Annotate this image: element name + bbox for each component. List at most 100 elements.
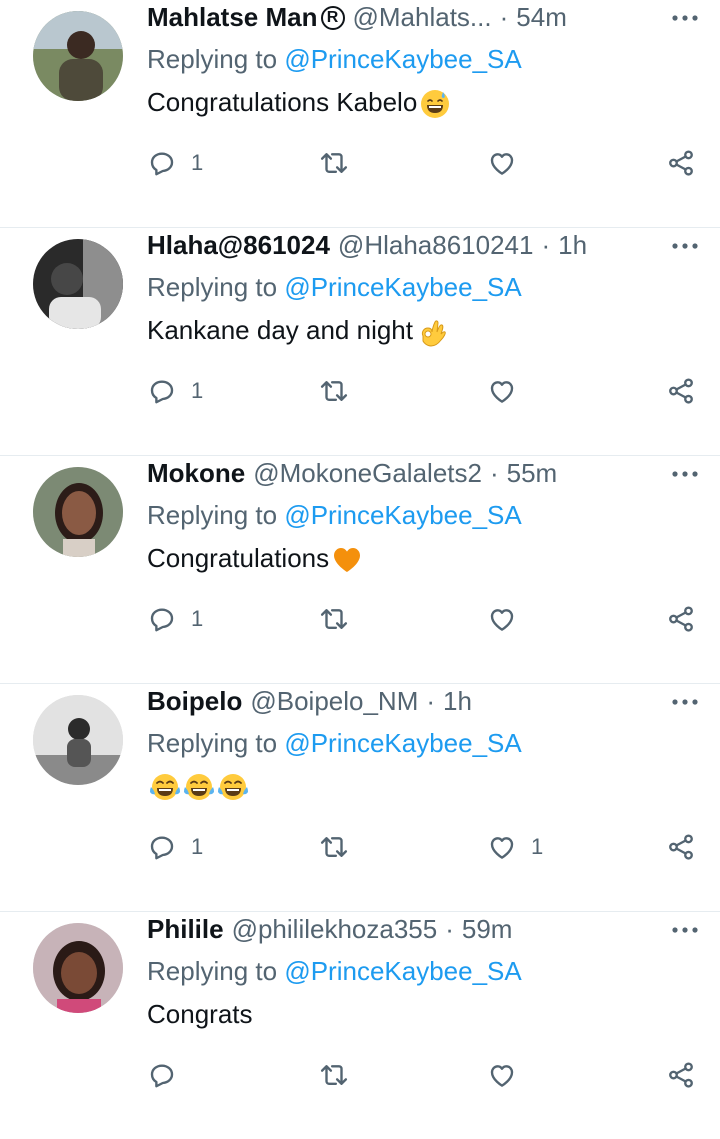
display-name[interactable]: Mahlatse Man [147,2,318,33]
user-handle[interactable]: @MokoneGalalets2 [253,458,482,489]
reply-icon [147,1060,177,1090]
user-handle[interactable]: @Mahlats... [353,2,492,33]
reply-count: 1 [191,834,204,859]
display-name[interactable]: Philile [147,914,224,945]
separator-dot: · [489,458,499,488]
reply-icon [147,832,177,862]
replying-to-mention[interactable]: @PrinceKaybee_SA [284,728,521,758]
separator-dot: · [499,2,509,32]
tweet-text-body: Congratulations Kabelo [147,87,418,117]
user-handle[interactable]: @phililekhoza355 [232,914,438,945]
like-button[interactable]: 1 [487,827,543,867]
more-icon[interactable] [668,232,702,260]
retweet-button[interactable] [319,599,363,639]
orange-heart-emoji [331,544,363,576]
tweet-content: Hlaha@861024 @Hlaha8610241 · 1h Replying… [147,228,710,349]
replying-to-mention[interactable]: @PrinceKaybee_SA [284,956,521,986]
reply-count: 1 [191,606,204,631]
timestamp[interactable]: 55m [507,458,558,489]
replying-to-mention[interactable]: @PrinceKaybee_SA [284,44,521,74]
tweet-content: Mokone @MokoneGalalets2 · 55m Replying t… [147,456,710,577]
avatar[interactable] [33,467,123,557]
tweet[interactable]: Mahlatse Man R @Mahlats... · 54m Replyin… [0,0,720,228]
action-bar: 1 [147,371,696,411]
retweet-icon [319,376,349,406]
display-name[interactable]: Mokone [147,458,245,489]
tweet-emojis [413,311,447,349]
share-button[interactable] [666,371,696,411]
timestamp[interactable]: 54m [516,2,567,33]
like-button[interactable] [487,1055,531,1095]
tweet-text: Kankane day and night [147,311,710,349]
replying-to-label: Replying to [147,956,278,986]
reply-button[interactable]: 1 [147,827,203,867]
tweet[interactable]: Mokone @MokoneGalalets2 · 55m Replying t… [0,456,720,684]
avatar[interactable] [33,695,123,785]
replying-to: Replying to @PrinceKaybee_SA [147,725,710,761]
share-button[interactable] [666,827,696,867]
more-icon[interactable] [668,688,702,716]
retweet-button[interactable] [319,371,363,411]
timestamp[interactable]: 1h [443,686,472,717]
avatar[interactable] [33,923,123,1013]
like-button[interactable] [487,371,531,411]
like-button[interactable] [487,599,531,639]
tweet[interactable]: Boipelo @Boipelo_NM · 1h Replying to @Pr… [0,684,720,912]
replying-to: Replying to @PrinceKaybee_SA [147,41,710,77]
reply-button[interactable]: 1 [147,143,203,183]
ok-hand-emoji [415,316,447,348]
reply-button[interactable]: 1 [147,599,203,639]
reply-icon [147,376,177,406]
reply-button[interactable] [147,1055,191,1095]
user-handle[interactable]: @Hlaha8610241 [338,230,534,261]
replying-to-mention[interactable]: @PrinceKaybee_SA [284,272,521,302]
tweet-header: Hlaha@861024 @Hlaha8610241 · 1h [147,228,710,263]
tears-of-joy-emoji [217,772,249,804]
like-icon [487,148,517,178]
tweet-header: Boipelo @Boipelo_NM · 1h [147,684,710,719]
replying-to-label: Replying to [147,272,278,302]
share-icon [666,1060,696,1090]
reply-count: 1 [191,378,204,403]
tweet-emojis [147,767,249,805]
tweet[interactable]: Hlaha@861024 @Hlaha8610241 · 1h Replying… [0,228,720,456]
share-button[interactable] [666,1055,696,1095]
share-button[interactable] [666,599,696,639]
avatar[interactable] [33,11,123,101]
more-icon[interactable] [668,460,702,488]
replying-to-label: Replying to [147,500,278,530]
separator-dot: · [445,914,454,944]
share-button[interactable] [666,143,696,183]
timestamp[interactable]: 1h [558,230,587,261]
action-bar: 1 [147,143,696,183]
avatar[interactable] [33,239,123,329]
tweet-header: Mahlatse Man R @Mahlats... · 54m [147,0,710,35]
more-icon[interactable] [668,916,702,944]
share-icon [666,148,696,178]
display-name[interactable]: Boipelo [147,686,242,717]
tweet-header: Philile @phililekhoza355 · 59m [147,912,710,947]
retweet-button[interactable] [319,827,363,867]
action-bar: 1 [147,599,696,639]
more-icon[interactable] [668,4,702,32]
reply-button[interactable]: 1 [147,371,203,411]
retweet-icon [319,604,349,634]
tweet[interactable]: Philile @phililekhoza355 · 59m Replying … [0,912,720,1139]
user-handle[interactable]: @Boipelo_NM [250,686,418,717]
retweet-button[interactable] [319,1055,363,1095]
retweet-button[interactable] [319,143,363,183]
replying-to-mention[interactable]: @PrinceKaybee_SA [284,500,521,530]
display-name[interactable]: Hlaha@861024 [147,230,330,261]
like-button[interactable] [487,143,531,183]
timestamp[interactable]: 59m [462,914,513,945]
retweet-icon [319,1060,349,1090]
like-icon [487,376,517,406]
like-icon [487,832,517,862]
action-bar [147,1055,696,1095]
replying-to: Replying to @PrinceKaybee_SA [147,269,710,305]
separator-dot: · [541,230,551,260]
tweet-emojis [329,539,363,577]
tweet-text-body: Congratulations [147,543,330,573]
tweet-text [147,767,710,805]
replying-to: Replying to @PrinceKaybee_SA [147,953,710,989]
